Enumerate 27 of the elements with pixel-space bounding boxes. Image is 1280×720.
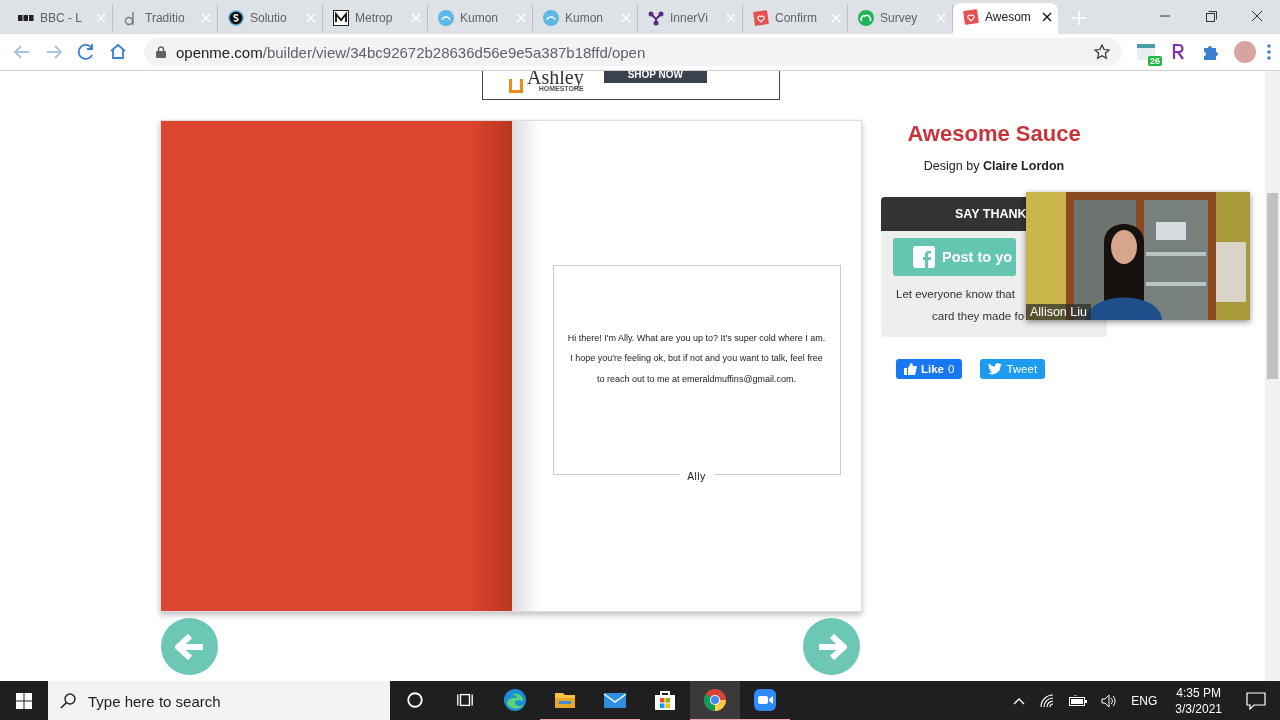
participant-name: Allison Liu [1026, 304, 1091, 320]
extension-button[interactable]: 26 [1132, 38, 1160, 66]
browser-tab[interactable]: Confirm [743, 5, 848, 31]
url-text: openme.com/builder/view/34bc92672b28636d56e9e5a387b18ffd/open [176, 43, 646, 61]
panel-text: Let everyone know that [896, 287, 1015, 302]
browser-tab[interactable]: Awesom [953, 3, 1058, 34]
card-title: Awesome Sauce [907, 121, 1081, 147]
designer-credit: Design by Claire Lordon [923, 159, 1065, 173]
like-button[interactable]: Like 0 [896, 359, 963, 379]
card-message: Hi there! I'm Ally. What are you up to? It's super cold where I am. I hope you're feeling ok, but if not and you want to talk, feel free to reach out to me at emeraldmuffins@gmail.com. [566, 331, 827, 386]
browser-tab[interactable]: BBC - L [8, 5, 113, 31]
browser-tab[interactable]: Metrop [323, 5, 428, 31]
panel-text: card they made fo [932, 309, 1025, 324]
address-bar[interactable]: openme.com/builder/view/34bc92672b28636d56e9e5a387b18ffd/open [144, 38, 1122, 66]
language-indicator[interactable]: ENG [1131, 694, 1158, 708]
browser-tab[interactable]: Traditio [113, 5, 218, 31]
shop-now-label: SHOP NOW [603, 71, 708, 83]
tweet-button[interactable]: Tweet [980, 359, 1046, 379]
count-badge: 26 [1148, 56, 1162, 66]
clock[interactable]: 4:35 PM 3/3/2021 [1175, 685, 1222, 717]
browser-tab[interactable]: Survey [848, 5, 953, 31]
browser-tab[interactable]: Kumon [533, 5, 638, 31]
browser-tab[interactable]: Kumon [428, 5, 533, 31]
browser-tab[interactable]: InnerVi [638, 5, 743, 31]
browser-tab[interactable]: Solutio [218, 5, 323, 31]
taskbar-search-field[interactable]: Type here to search [48, 681, 390, 720]
card-signature: Ally [679, 471, 714, 482]
